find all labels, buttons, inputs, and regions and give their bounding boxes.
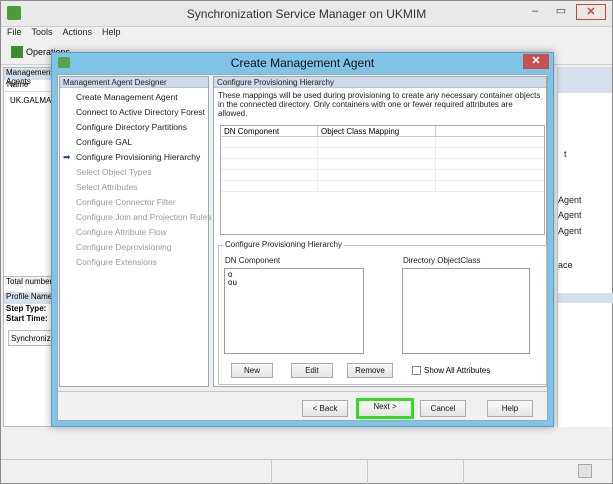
mapping-grid[interactable]: DN Component Object Class Mapping <box>220 125 545 235</box>
step-join-projection: Configure Join and Projection Rules <box>76 212 212 222</box>
step-select-object-types: Select Object Types <box>76 167 152 177</box>
provisioning-hierarchy-group: Configure Provisioning Hierarchy DN Comp… <box>218 240 547 385</box>
operations-icon <box>11 46 23 58</box>
menu-tools[interactable]: Tools <box>32 27 53 41</box>
pane-header: Management Agents <box>4 68 54 86</box>
directory-objectclass-label: Directory ObjectClass <box>403 256 481 265</box>
status-bar <box>1 459 612 484</box>
resize-grip-icon[interactable] <box>578 464 592 478</box>
table-row <box>221 137 544 148</box>
object-class-mapping-column[interactable]: Object Class Mapping <box>318 126 436 136</box>
table-row <box>221 159 544 170</box>
step-extensions: Configure Extensions <box>76 257 157 267</box>
status-cell <box>271 460 367 484</box>
status-cell <box>463 460 559 484</box>
show-all-attributes-checkbox[interactable]: Show All Attributes <box>412 366 490 375</box>
checkbox-box[interactable] <box>412 366 421 375</box>
status-cells <box>271 460 559 484</box>
dn-component-column[interactable]: DN Component <box>221 126 318 136</box>
actions-pane: t Agent Agent Agent ace <box>557 67 613 427</box>
designer-steps: Create Management Agent Connect to Activ… <box>60 88 212 270</box>
step-directory-partitions[interactable]: Configure Directory Partitions <box>60 120 208 135</box>
table-row <box>221 181 544 192</box>
show-all-attributes-label: Show All Attributes <box>424 366 491 375</box>
mapping-grid-header: DN Component Object Class Mapping <box>221 126 544 137</box>
action-fragment[interactable]: Agent <box>558 195 582 205</box>
action-fragment[interactable]: ace <box>558 260 573 270</box>
create-management-agent-dialog: Create Management Agent ✕ Management Age… <box>51 52 554 427</box>
cancel-button[interactable]: Cancel <box>420 400 466 417</box>
current-step-arrow-icon: ➡ <box>63 152 71 162</box>
step-create-management-agent[interactable]: Create Management Agent <box>60 90 208 105</box>
window-controls: – ▭ ✕ <box>524 4 606 20</box>
description-text: These mappings will be used during provi… <box>218 91 541 118</box>
list-item[interactable]: ou <box>228 279 360 287</box>
close-icon[interactable]: ✕ <box>576 4 606 20</box>
step-provisioning-hierarchy[interactable]: ➡ Configure Provisioning Hierarchy <box>60 150 208 165</box>
status-cell <box>367 460 463 484</box>
maximize-icon[interactable]: ▭ <box>550 4 572 20</box>
step-connect-forest[interactable]: Connect to Active Directory Forest <box>60 105 208 120</box>
dialog-body: Management Agent Designer Create Managem… <box>57 74 548 421</box>
app-titlebar: Synchronization Service Manager on UKMIM… <box>1 1 612 27</box>
list-item[interactable]: o <box>228 271 360 279</box>
menu-help[interactable]: Help <box>102 27 121 41</box>
step-attribute-flow: Configure Attribute Flow <box>76 227 167 237</box>
dialog-titlebar[interactable]: Create Management Agent ✕ <box>52 53 553 72</box>
start-time-label: Start Time: <box>6 314 48 323</box>
content-header: Configure Provisioning Hierarchy <box>214 77 546 88</box>
new-button[interactable]: New <box>231 363 273 378</box>
edit-button[interactable]: Edit <box>291 363 333 378</box>
step-deprovisioning: Configure Deprovisioning <box>76 242 172 252</box>
app-title: Synchronization Service Manager on UKMIM <box>186 7 427 21</box>
step-type-label: Step Type: <box>6 304 47 313</box>
directory-objectclass-list[interactable] <box>402 268 530 354</box>
menu-file[interactable]: File <box>7 27 22 41</box>
group-title: Configure Provisioning Hierarchy <box>223 240 344 249</box>
actions-band <box>558 293 613 303</box>
dialog-title: Create Management Agent <box>230 56 375 70</box>
table-row <box>221 148 544 159</box>
footer-divider <box>58 391 547 392</box>
help-button[interactable]: Help <box>487 400 533 417</box>
step-connector-filter: Configure Connector Filter <box>76 197 176 207</box>
designer-header: Management Agent Designer <box>60 77 208 88</box>
minimize-icon[interactable]: – <box>524 4 546 20</box>
action-fragment[interactable]: Agent <box>558 226 582 236</box>
step-configure-gal[interactable]: Configure GAL <box>60 135 208 150</box>
dn-component-label: DN Component <box>225 256 281 265</box>
table-row <box>221 170 544 181</box>
profile-name-header: Profile Name <box>4 292 56 304</box>
management-agents-pane: Management Agents Name UK.GALMA Total nu… <box>3 67 68 427</box>
action-fragment[interactable]: Agent <box>558 210 582 220</box>
synchronization-tab[interactable]: Synchronization <box>8 330 68 346</box>
step-select-attributes: Select Attributes <box>76 182 138 192</box>
dialog-close-button[interactable]: ✕ <box>523 54 549 69</box>
back-button[interactable]: < Back <box>302 400 348 417</box>
menu-bar: File Tools Actions Help <box>1 27 612 41</box>
remove-button[interactable]: Remove <box>347 363 393 378</box>
step-info: Step Type: Start Time: <box>6 304 48 324</box>
next-button[interactable]: Next > <box>356 398 414 419</box>
content-pane: Configure Provisioning Hierarchy These m… <box>213 76 547 387</box>
agent-row[interactable]: UK.GALMA <box>4 92 54 105</box>
total-number-label: Total number <box>4 276 56 286</box>
designer-pane: Management Agent Designer Create Managem… <box>59 76 212 387</box>
actions-header <box>558 67 612 93</box>
menu-actions[interactable]: Actions <box>63 27 93 41</box>
action-fragment: t <box>564 149 567 159</box>
dn-component-list[interactable]: o ou <box>224 268 364 354</box>
